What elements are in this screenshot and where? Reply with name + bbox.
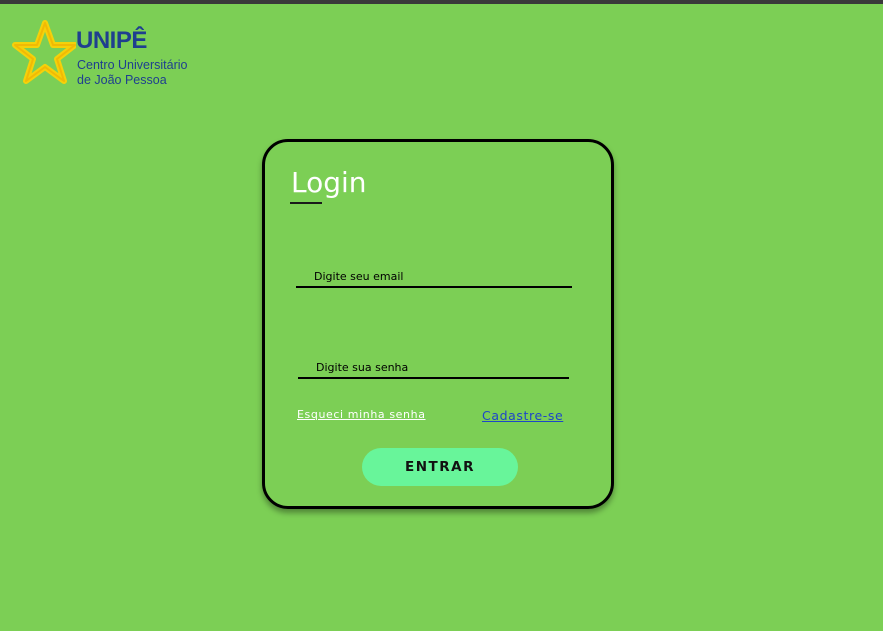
password-field xyxy=(298,357,569,379)
star-logo-icon xyxy=(12,20,76,84)
logo-subtitle-line1: Centro Universitário xyxy=(77,58,188,72)
email-field xyxy=(296,266,572,288)
login-title: Login xyxy=(291,166,367,199)
logo-title: UNIPÊ xyxy=(76,27,147,54)
window-top-bar xyxy=(0,0,883,4)
login-card: Login Esqueci minha senha Cadastre-se EN… xyxy=(262,139,614,509)
title-underline xyxy=(290,202,322,204)
unipe-logo: UNIPÊ Centro Universitário de João Pesso… xyxy=(12,20,202,90)
password-input[interactable] xyxy=(298,357,569,377)
forgot-password-link[interactable]: Esqueci minha senha xyxy=(297,408,426,421)
logo-subtitle-line2: de João Pessoa xyxy=(77,73,167,87)
email-input[interactable] xyxy=(296,266,572,286)
enter-button[interactable]: ENTRAR xyxy=(362,448,518,486)
signup-link[interactable]: Cadastre-se xyxy=(482,408,563,423)
